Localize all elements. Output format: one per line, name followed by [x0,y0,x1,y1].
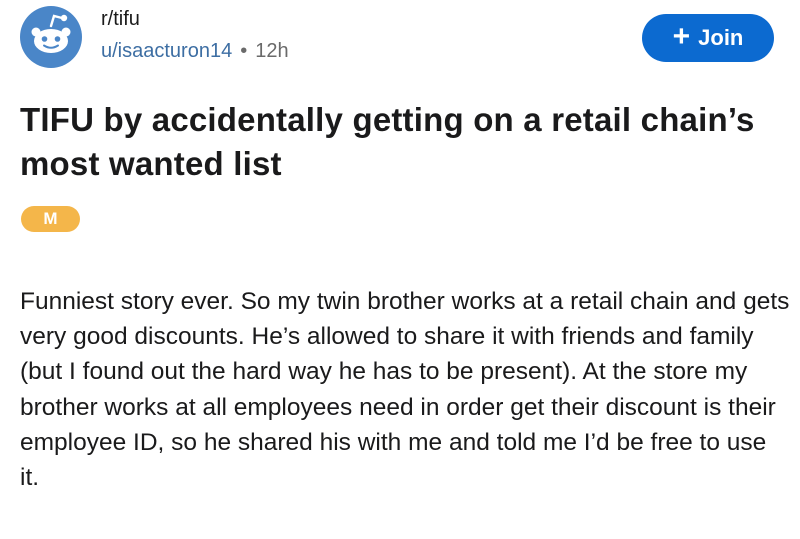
reddit-post: r/tifu u/isaacturon14 • 12h + Join TIFU by… [0,0,800,539]
post-age: 12h [255,40,289,62]
subreddit-avatar[interactable] [20,6,82,68]
plus-icon: + [672,19,691,53]
post-title[interactable]: TIFU by accidentally getting on a retail… [20,98,780,186]
author-link[interactable]: u/isaacturon14 [101,40,232,62]
post-meta: u/isaacturon14 • 12h [101,40,289,63]
subreddit-name[interactable]: r/tifu [101,8,140,31]
post-body: Funniest story ever. So my twin brother … [20,288,790,492]
meta-separator: • [240,40,248,62]
post-flair[interactable]: M [21,206,80,232]
join-button[interactable]: + Join [642,14,774,62]
join-label: Join [698,25,744,50]
reddit-snoo-icon [20,6,82,68]
